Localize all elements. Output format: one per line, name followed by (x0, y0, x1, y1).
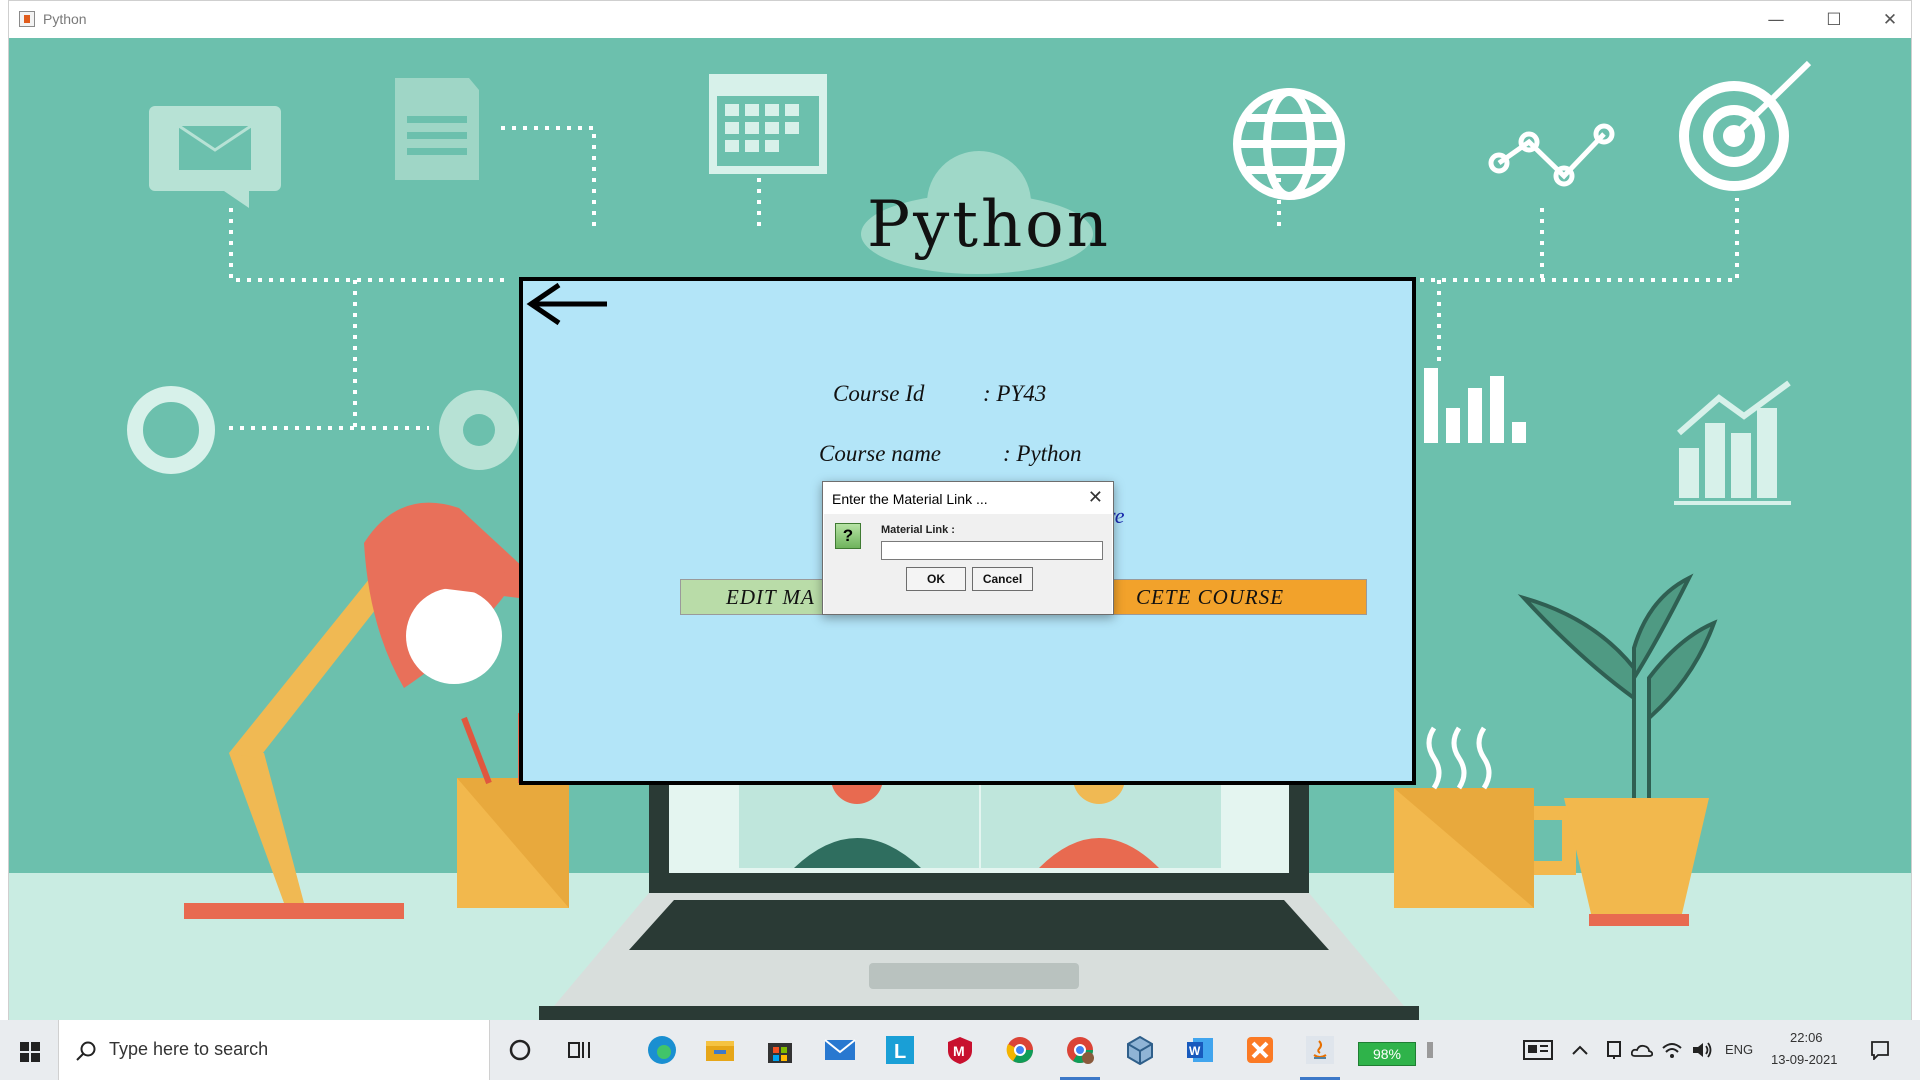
dialog-close-icon[interactable]: ✕ (1088, 487, 1103, 508)
target-icon (1679, 60, 1812, 191)
store-icon[interactable] (760, 1030, 800, 1070)
app-window: Python — ☐ ✕ Python Course Id: PY43 Cou… (8, 0, 1912, 1021)
document-icon (395, 78, 479, 180)
start-icon[interactable] (12, 1034, 48, 1070)
chrome-icon[interactable] (1000, 1030, 1040, 1070)
close-button[interactable]: ✕ (1861, 1, 1919, 38)
mail-icon[interactable] (820, 1030, 860, 1070)
cancel-button[interactable]: Cancel (972, 567, 1033, 591)
file-explorer-icon[interactable] (700, 1030, 740, 1070)
question-icon: ? (835, 523, 861, 549)
clock-time[interactable]: 22:06 (1790, 1030, 1823, 1045)
svg-text:L: L (894, 1041, 906, 1063)
java-icon[interactable] (1300, 1030, 1340, 1080)
course-id-value: : PY43 (983, 381, 1047, 406)
calendar-icon (709, 74, 827, 174)
volume-icon[interactable] (1684, 1030, 1720, 1070)
battery-icon (1420, 1030, 1440, 1070)
chevron-up-icon[interactable] (1562, 1030, 1598, 1070)
svg-text:W: W (1189, 1044, 1201, 1058)
notification-icon[interactable] (1862, 1030, 1898, 1070)
page-heading: Python (867, 188, 1111, 262)
gear-icon (439, 390, 519, 470)
app-l-icon[interactable]: L (880, 1030, 920, 1070)
xampp-icon[interactable] (1240, 1030, 1280, 1070)
background-scene: Python Course Id : PY43 Course name : Py… (9, 38, 1911, 1021)
window-title: Python (43, 11, 87, 27)
message-icon (149, 106, 281, 208)
ok-button[interactable]: OK (906, 567, 966, 591)
word-icon[interactable]: W (1180, 1030, 1220, 1070)
search-icon (76, 1041, 96, 1061)
delete-course-button[interactable]: CETE COURSE (1107, 579, 1367, 615)
battery-percent-badge[interactable]: 98% (1358, 1042, 1416, 1066)
material-link-dialog: Enter the Material Link ... ✕ ? Material… (822, 481, 1114, 615)
course-id-label: Course Id (833, 381, 925, 406)
search-box[interactable]: Type here to search (58, 1020, 490, 1080)
task-view-icon[interactable] (560, 1030, 600, 1070)
course-name-value: : Python (1003, 441, 1082, 466)
maximize-button[interactable]: ☐ (1805, 1, 1863, 38)
search-placeholder: Type here to search (109, 1039, 269, 1059)
language-indicator[interactable]: ENG (1725, 1042, 1753, 1057)
edge-icon[interactable] (642, 1030, 682, 1070)
course-name-label: Course name (819, 441, 942, 466)
back-arrow-icon[interactable] (523, 281, 611, 327)
bar-chart-icon (1424, 368, 1526, 443)
globe-icon (1233, 88, 1345, 200)
donut-chart-icon (127, 386, 215, 474)
svg-text:M: M (953, 1043, 965, 1059)
dialog-title: Enter the Material Link ... (832, 491, 988, 507)
cortana-icon[interactable] (500, 1030, 540, 1070)
material-link-label: Material Link : (881, 524, 955, 536)
taskbar: Type here to search L M W 98% ENG 22:06 … (0, 1020, 1920, 1080)
title-bar: Python — ☐ ✕ (9, 1, 1911, 38)
mcafee-icon[interactable]: M (940, 1030, 980, 1070)
trend-icon (1488, 123, 1615, 187)
minimize-button[interactable]: — (1747, 1, 1805, 38)
dialog-body: ? Material Link : OK Cancel (824, 514, 1112, 614)
news-icon[interactable] (1518, 1030, 1558, 1070)
growth-chart-icon (1674, 380, 1791, 505)
clock-date[interactable]: 13-09-2021 (1771, 1052, 1838, 1067)
chrome-profile-icon[interactable] (1060, 1030, 1100, 1080)
virtualbox-icon[interactable] (1120, 1030, 1160, 1070)
material-link-input[interactable] (881, 541, 1103, 560)
java-app-icon (19, 11, 35, 27)
